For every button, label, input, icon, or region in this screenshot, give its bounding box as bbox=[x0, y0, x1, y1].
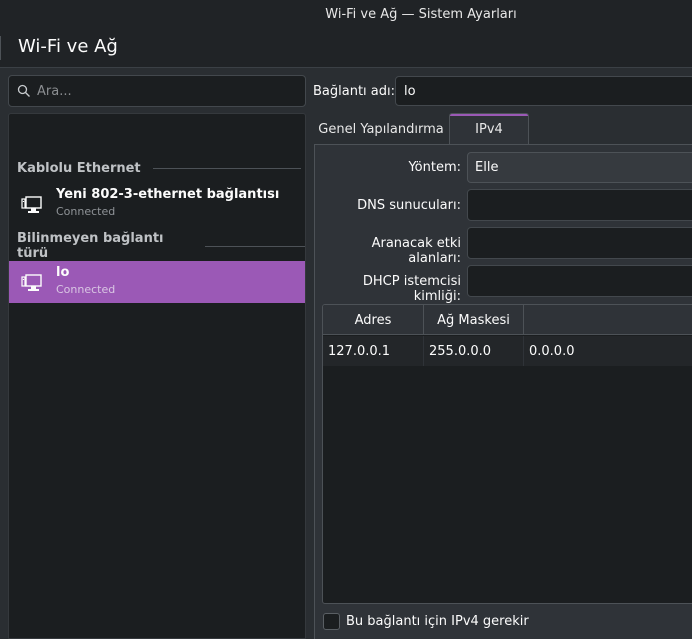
search-domains-label: Aranacak etki alanları: bbox=[371, 236, 461, 266]
connection-name: Yeni 802-3-ethernet bağlantısı bbox=[56, 187, 280, 202]
connection-status: Connected bbox=[56, 205, 116, 218]
cell-address: 127.0.0.1 bbox=[323, 336, 424, 366]
dns-servers-label: DNS sunucuları: bbox=[357, 198, 461, 213]
connection-status: Connected bbox=[56, 283, 116, 296]
header-divider bbox=[0, 36, 1, 60]
dhcp-client-id-label: DHCP istemcisi kimliği: bbox=[362, 274, 461, 304]
tab-general-configuration[interactable]: Genel Yapılandırma bbox=[314, 113, 448, 145]
method-label: Yöntem: bbox=[408, 160, 461, 175]
table-header: Adres Ağ Maskesi bbox=[323, 305, 692, 335]
section-title: Bilinmeyen bağlantı türü bbox=[17, 231, 164, 261]
section-title: Kablolu Ethernet bbox=[17, 160, 141, 176]
search-input[interactable] bbox=[37, 83, 277, 99]
connection-item-ethernet[interactable]: Yeni 802-3-ethernet bağlantısı Connected bbox=[9, 183, 305, 225]
search-domains-field[interactable] bbox=[467, 227, 692, 259]
section-divider bbox=[152, 167, 301, 169]
column-header-address[interactable]: Adres bbox=[323, 305, 424, 335]
require-ipv4-option[interactable]: Bu bağlantı için IPv4 gerekir bbox=[323, 613, 529, 630]
search-icon bbox=[17, 84, 30, 97]
page-title: Wi-Fi ve Ağ bbox=[18, 36, 118, 57]
window-titlebar: Wi-Fi ve Ağ — Sistem Ayarları bbox=[0, 0, 692, 28]
header-bar: Wi-Fi ve Ağ bbox=[0, 28, 692, 68]
section-header-unknown: Bilinmeyen bağlantı türü bbox=[17, 231, 305, 261]
method-select[interactable]: Elle bbox=[467, 152, 692, 183]
connection-name-value: lo bbox=[404, 83, 416, 99]
search-box[interactable] bbox=[8, 75, 306, 107]
connection-item-lo[interactable]: lo Connected bbox=[9, 261, 305, 303]
dhcp-client-id-field[interactable] bbox=[467, 265, 692, 297]
require-ipv4-label: Bu bağlantı için IPv4 gerekir bbox=[346, 614, 529, 629]
cell-gateway: 0.0.0.0 bbox=[529, 343, 575, 359]
column-header-netmask[interactable]: Ağ Maskesi bbox=[424, 305, 524, 335]
network-wired-icon bbox=[21, 274, 42, 291]
sidebar: Kablolu Ethernet Yeni 802-3-ethernet bağ… bbox=[8, 75, 306, 639]
connection-list: Kablolu Ethernet Yeni 802-3-ethernet bağ… bbox=[8, 113, 306, 639]
section-header-wired: Kablolu Ethernet bbox=[17, 158, 301, 178]
connection-name-field[interactable]: lo bbox=[395, 76, 692, 106]
method-value: Elle bbox=[475, 160, 499, 175]
cell-netmask: 255.0.0.0 bbox=[424, 336, 524, 366]
tab-label: IPv4 bbox=[475, 122, 503, 137]
window-title: Wi-Fi ve Ağ — Sistem Ayarları bbox=[325, 6, 517, 22]
require-ipv4-checkbox[interactable] bbox=[323, 613, 340, 630]
tab-ipv4[interactable]: IPv4 bbox=[449, 113, 529, 145]
dns-servers-field[interactable] bbox=[467, 189, 692, 221]
network-wired-icon bbox=[21, 196, 42, 213]
address-table[interactable]: Adres Ağ Maskesi 127.0.0.1 255.0.0.0 0.0… bbox=[322, 304, 692, 604]
connection-name-label: Bağlantı adı: bbox=[313, 84, 396, 99]
section-divider bbox=[204, 245, 305, 247]
tab-label: Genel Yapılandırma bbox=[318, 121, 444, 137]
connection-name: lo bbox=[56, 265, 70, 280]
table-row[interactable]: 127.0.0.1 255.0.0.0 0.0.0.0 bbox=[323, 336, 692, 366]
